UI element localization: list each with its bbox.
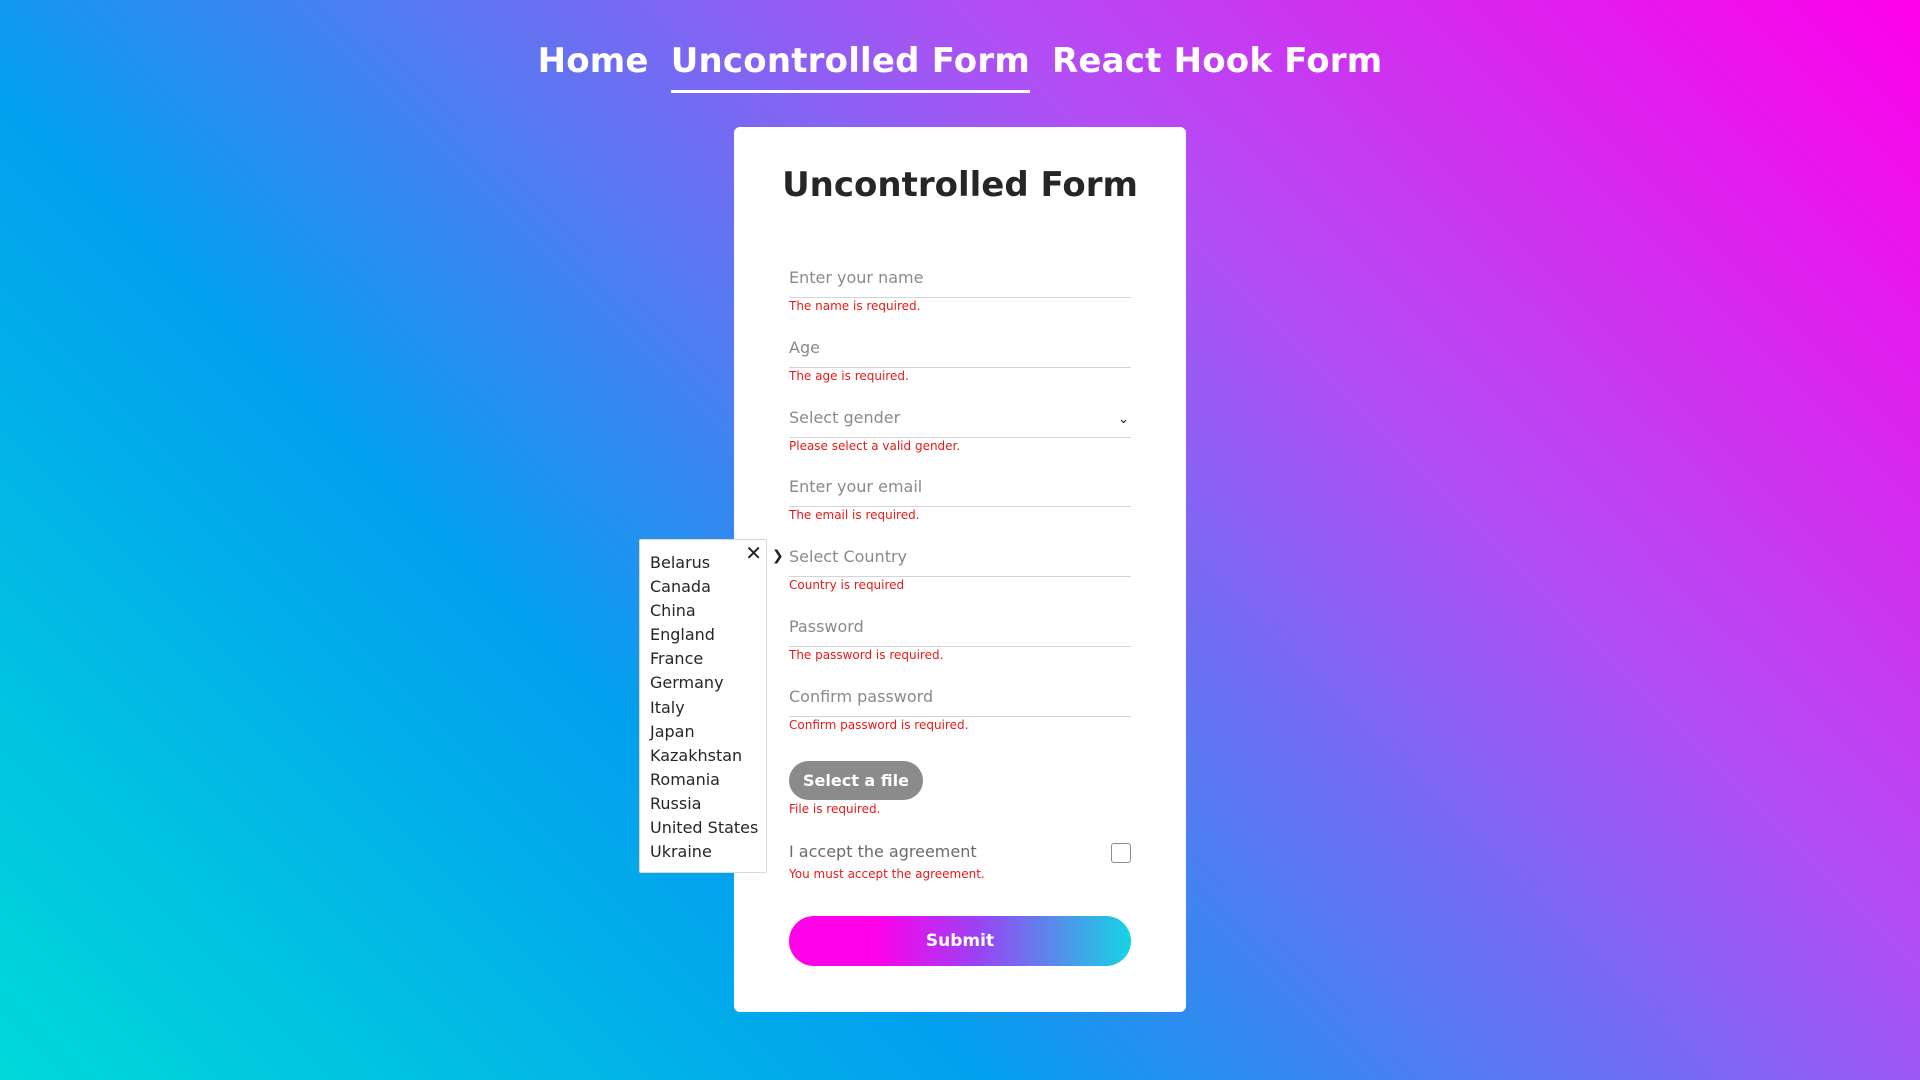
password-placeholder: Password <box>789 617 864 636</box>
country-option[interactable]: Italy <box>650 696 766 720</box>
name-placeholder: Enter your name <box>789 268 924 287</box>
file-error: File is required. <box>789 802 881 816</box>
agreement-checkbox[interactable] <box>1111 843 1131 863</box>
select-file-button[interactable]: Select a file <box>789 761 923 800</box>
nav-home-link[interactable]: Home <box>538 38 649 93</box>
email-input[interactable]: Enter your email <box>789 471 1131 507</box>
country-option[interactable]: Romania <box>650 768 766 792</box>
country-option[interactable]: England <box>650 623 766 647</box>
country-options-list: Belarus Canada China England France Germ… <box>650 551 766 864</box>
confirm-password-input[interactable]: Confirm password <box>789 681 1131 717</box>
name-error: The name is required. <box>789 299 921 313</box>
country-option[interactable]: Kazakhstan <box>650 744 766 768</box>
age-placeholder: Age <box>789 338 820 357</box>
country-error: Country is required <box>789 578 905 592</box>
email-error: The email is required. <box>789 508 920 522</box>
form-title: Uncontrolled Form <box>782 165 1138 205</box>
confirm-password-placeholder: Confirm password <box>789 687 934 706</box>
chevron-down-icon: ⌄ <box>1118 412 1129 427</box>
country-option[interactable]: United States <box>650 816 766 840</box>
age-input[interactable]: Age <box>789 332 1131 368</box>
country-option[interactable]: China <box>650 599 766 623</box>
country-option[interactable]: Germany <box>650 671 766 695</box>
nav-react-hook-form-link[interactable]: React Hook Form <box>1052 38 1382 93</box>
chevron-right-icon: ❯ <box>772 548 784 564</box>
country-option[interactable]: France <box>650 647 766 671</box>
country-select[interactable]: ❯ Select Country <box>772 541 1131 577</box>
form-card: Uncontrolled Form Enter your name The na… <box>734 127 1186 1012</box>
close-icon[interactable]: ✕ <box>745 541 762 565</box>
age-error: The age is required. <box>789 369 909 383</box>
nav-uncontrolled-form-link[interactable]: Uncontrolled Form <box>670 38 1030 93</box>
gender-error: Please select a valid gender. <box>789 439 961 453</box>
country-option[interactable]: Ukraine <box>650 840 766 864</box>
confirm-password-error: Confirm password is required. <box>789 718 969 732</box>
submit-button[interactable]: Submit <box>789 916 1131 966</box>
country-placeholder: Select Country <box>789 547 908 566</box>
country-option[interactable]: Russia <box>650 792 766 816</box>
agreement-error: You must accept the agreement. <box>789 867 985 881</box>
password-input[interactable]: Password <box>789 611 1131 647</box>
country-dropdown: ✕ Belarus Canada China England France Ge… <box>639 539 767 873</box>
name-input[interactable]: Enter your name <box>789 262 1131 298</box>
country-option[interactable]: Japan <box>650 720 766 744</box>
gender-select[interactable]: Select gender ⌄ <box>789 402 1131 438</box>
top-nav: Home Uncontrolled Form React Hook Form <box>0 38 1920 93</box>
gender-placeholder: Select gender <box>789 408 901 427</box>
agreement-label: I accept the agreement <box>789 842 977 861</box>
email-placeholder: Enter your email <box>789 477 923 496</box>
country-option[interactable]: Canada <box>650 575 766 599</box>
password-error: The password is required. <box>789 648 944 662</box>
